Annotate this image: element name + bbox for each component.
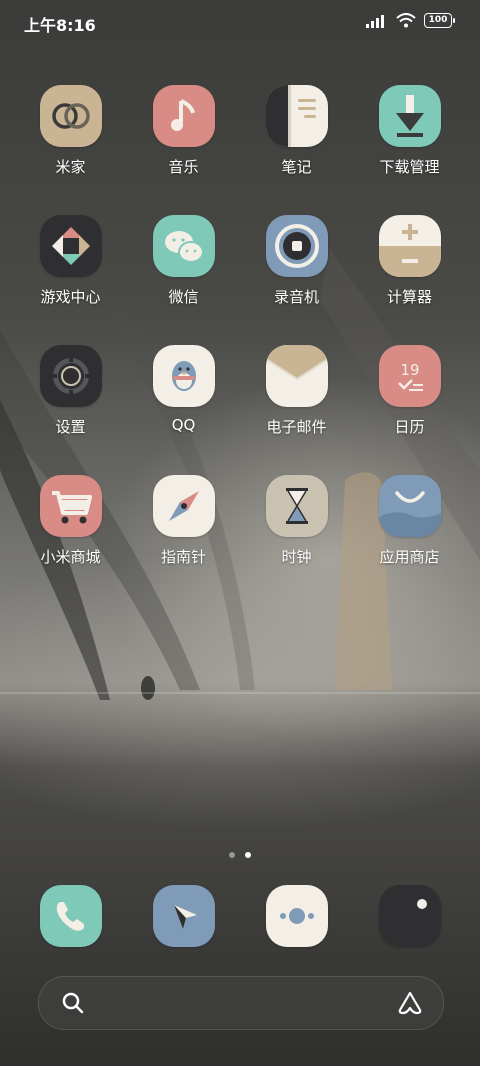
app-settings[interactable]: 设置	[14, 345, 127, 437]
app-clock[interactable]: 时钟	[240, 475, 353, 567]
app-label: 应用商店	[379, 548, 440, 566]
calculator-icon	[378, 215, 441, 277]
app-music[interactable]: 音乐	[127, 85, 240, 177]
camera-dots-icon	[265, 885, 328, 947]
app-calendar[interactable]: 19 日历	[353, 345, 466, 437]
app-notes[interactable]: 笔记	[240, 85, 353, 177]
app-download-manager[interactable]: 下载管理	[353, 85, 466, 177]
app-app-store[interactable]: 应用商店	[353, 475, 466, 567]
calendar-icon: 19	[378, 345, 441, 407]
app-label: 小米商城	[40, 548, 101, 566]
app-label: 米家	[55, 158, 86, 176]
app-label: 录音机	[273, 288, 319, 306]
page-dot[interactable]	[229, 852, 235, 858]
settings-gear-icon	[39, 345, 102, 407]
app-wechat[interactable]: 微信	[127, 215, 240, 307]
app-label: 指南针	[160, 548, 206, 566]
status-time: 上午8:16	[24, 16, 96, 35]
email-envelope-icon	[265, 345, 328, 407]
page-dot-active[interactable]	[245, 852, 251, 858]
camera-lens-icon	[378, 885, 441, 947]
search-bar[interactable]	[38, 976, 444, 1030]
app-label: 音乐	[168, 158, 199, 176]
app-label: 设置	[55, 418, 86, 436]
wifi-icon	[396, 13, 416, 28]
mijia-rings-icon	[39, 85, 102, 147]
app-label: 日历	[394, 418, 425, 436]
dock-camera[interactable]	[353, 885, 466, 947]
app-store-bag-icon	[378, 475, 441, 537]
hourglass-clock-icon	[265, 475, 328, 537]
music-note-icon	[152, 85, 215, 147]
dock-phone[interactable]	[14, 885, 127, 947]
dock-navigation[interactable]	[127, 885, 240, 947]
shopping-cart-icon	[39, 475, 102, 537]
status-icons: 100	[366, 13, 455, 28]
app-email[interactable]: 电子邮件	[240, 345, 353, 437]
app-calculator[interactable]: 计算器	[353, 215, 466, 307]
app-label: QQ	[171, 416, 196, 434]
app-mi-store[interactable]: 小米商城	[14, 475, 127, 567]
calendar-day: 19	[400, 361, 419, 379]
search-icon[interactable]	[61, 991, 85, 1015]
game-diamond-icon	[39, 215, 102, 277]
compass-icon	[152, 475, 215, 537]
dock-camera-dots[interactable]	[240, 885, 353, 947]
battery-icon: 100	[424, 13, 455, 28]
status-bar: 上午8:16 100	[0, 0, 480, 44]
app-label: 计算器	[386, 288, 432, 306]
navigation-arrow-icon	[152, 885, 215, 947]
app-recorder[interactable]: 录音机	[240, 215, 353, 307]
app-label: 电子邮件	[266, 418, 327, 436]
signal-icon	[366, 14, 384, 28]
app-mijia[interactable]: 米家	[14, 85, 127, 177]
app-qq[interactable]: QQ	[127, 345, 240, 434]
recorder-icon	[265, 215, 328, 277]
assistant-icon[interactable]	[397, 990, 423, 1016]
app-label: 时钟	[281, 548, 312, 566]
app-compass[interactable]: 指南针	[127, 475, 240, 567]
app-label: 微信	[168, 288, 199, 306]
app-game-center[interactable]: 游戏中心	[14, 215, 127, 307]
wechat-bubbles-icon	[152, 215, 215, 277]
download-arrow-icon	[378, 85, 441, 147]
phone-icon	[39, 885, 102, 947]
notes-icon	[265, 85, 328, 147]
page-indicator	[0, 852, 480, 858]
app-label: 笔记	[281, 158, 312, 176]
app-label: 游戏中心	[40, 288, 101, 306]
app-label: 下载管理	[379, 158, 440, 176]
qq-penguin-icon	[152, 345, 215, 407]
